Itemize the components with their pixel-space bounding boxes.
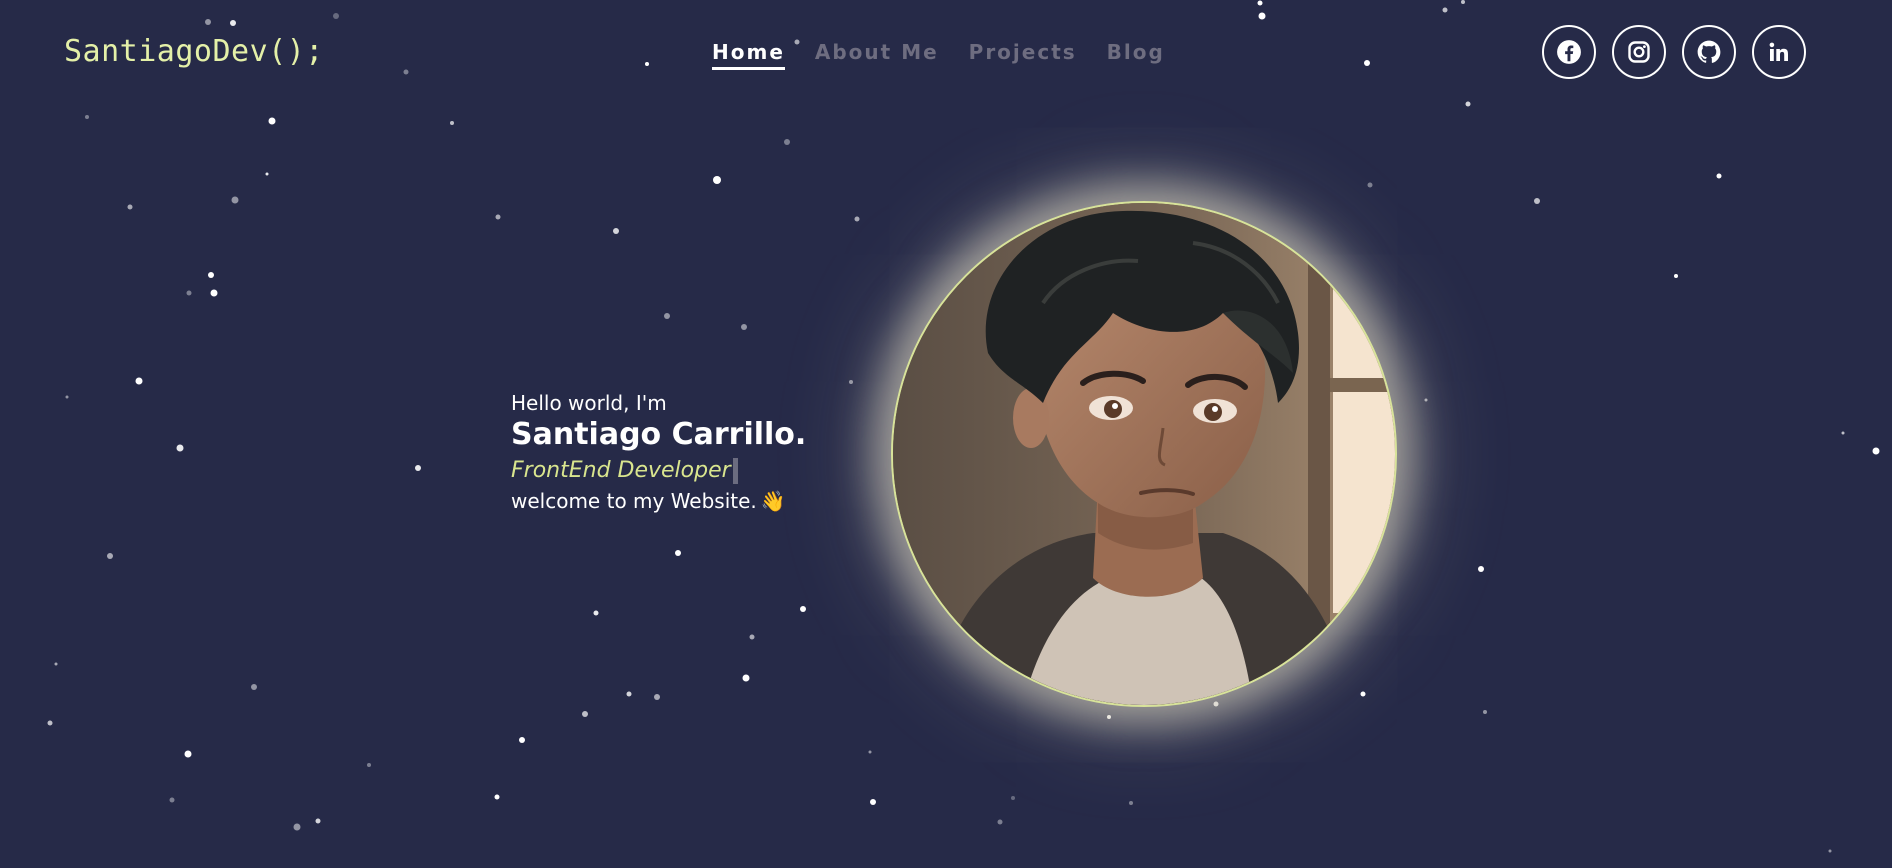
- waving-hand-icon: 👋: [760, 489, 786, 513]
- github-icon: [1697, 40, 1721, 63]
- facebook-button[interactable]: [1542, 25, 1596, 79]
- nav-projects[interactable]: Projects: [969, 40, 1077, 70]
- nav-blog[interactable]: Blog: [1107, 40, 1165, 70]
- github-button[interactable]: [1682, 25, 1736, 79]
- role-text: FrontEnd Developer: [511, 458, 731, 483]
- facebook-icon: [1557, 40, 1581, 64]
- page: SantiagoDev(); Home About Me Projects Bl…: [0, 0, 1892, 868]
- social-links: [1542, 25, 1806, 79]
- nav-about-me[interactable]: About Me: [815, 40, 939, 70]
- instagram-button[interactable]: [1612, 25, 1666, 79]
- hero-intro: Hello world, I'm Santiago Carrillo. Fron…: [511, 390, 806, 515]
- nav-home[interactable]: Home: [712, 40, 785, 70]
- role-typewriter: FrontEnd Developer: [511, 455, 806, 487]
- profile-portrait: [891, 201, 1397, 707]
- linkedin-icon: [1769, 42, 1788, 61]
- greeting-text: Hello world, I'm: [511, 391, 667, 415]
- hero-name: Santiago Carrillo.: [511, 417, 807, 452]
- typing-cursor: [732, 458, 738, 484]
- welcome-text: welcome to my Website.: [511, 489, 757, 513]
- instagram-icon: [1628, 41, 1650, 63]
- welcome-line: welcome to my Website. 👋: [511, 487, 806, 515]
- profile-avatar-illustration: [893, 203, 1395, 705]
- site-logo[interactable]: SantiagoDev();: [64, 34, 324, 69]
- linkedin-button[interactable]: [1752, 25, 1806, 79]
- main-nav: Home About Me Projects Blog: [712, 40, 1165, 70]
